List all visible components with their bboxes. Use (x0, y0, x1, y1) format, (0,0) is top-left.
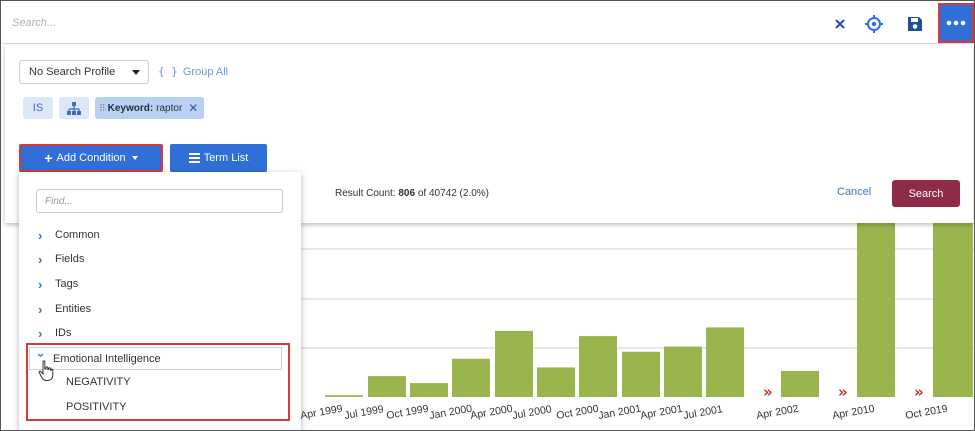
x-tick-label: Apr 2010 (831, 403, 875, 422)
result-count-label: Result Count: (335, 188, 396, 199)
add-condition-button[interactable]: + Add Condition (19, 144, 163, 172)
histogram-bar[interactable] (537, 367, 575, 397)
result-count: Result Count: 806 of 40742 (2.0%) (335, 188, 489, 199)
x-tick-label: Apr 2002 (755, 403, 799, 422)
braces-icon: { } (158, 65, 178, 78)
drag-handle-icon[interactable]: ⠿ (99, 103, 106, 114)
keyword-chip[interactable]: ⠿ Keyword: raptor ✕ (95, 97, 205, 119)
find-input[interactable] (36, 189, 283, 213)
cancel-button[interactable]: Cancel (837, 186, 871, 198)
chevron-right-icon: › (38, 251, 43, 267)
axis-break-marker: » (763, 383, 773, 401)
menu-item-label: Entities (55, 303, 92, 315)
axis-break-marker: » (914, 383, 924, 401)
search-profile-value: No Search Profile (29, 66, 116, 78)
x-tick-label: Apr 1999 (299, 403, 343, 422)
hand-cursor-icon (38, 360, 54, 381)
term-list-label: Term List (203, 152, 249, 164)
histogram-bar[interactable] (857, 223, 895, 397)
histogram-bar[interactable] (495, 330, 533, 397)
histogram-bar[interactable] (452, 358, 490, 397)
caret-down-icon (132, 70, 140, 75)
histogram-bar[interactable] (325, 395, 363, 397)
x-tick-label: Jul 1999 (343, 403, 384, 422)
chevron-right-icon: › (38, 325, 43, 341)
menu-item-label: Common (55, 229, 100, 241)
search-input[interactable] (12, 13, 612, 33)
operator-chip-is[interactable]: IS (23, 97, 53, 119)
menu-item-entities[interactable]: › Entities (38, 299, 278, 319)
condition-dropdown-menu: › Common › Fields › Tags › Entities › ID… (19, 172, 301, 430)
x-tick-label: Apr 2001 (639, 403, 683, 422)
result-count-value: 806 (398, 188, 416, 199)
chevron-right-icon: › (38, 276, 43, 292)
close-icon[interactable] (832, 12, 848, 36)
histogram-bar[interactable] (706, 327, 744, 397)
histogram-bar[interactable] (410, 383, 448, 397)
search-bar (2, 2, 973, 44)
axis-break-marker: » (838, 383, 848, 401)
app-frame: »»» Apr 1999 Jul 1999 Oct 1999 Jan 2000 Apr 2… (0, 0, 975, 431)
x-tick-label: Jul 2001 (682, 403, 723, 422)
x-tick-label: Jul 2000 (511, 403, 552, 422)
chevron-right-icon: › (38, 227, 43, 243)
histogram-bar[interactable] (781, 370, 819, 397)
operator-chip-label: IS (32, 102, 44, 114)
sitemap-icon (67, 101, 81, 115)
remove-chip-icon[interactable]: ✕ (188, 101, 198, 115)
term-list-button[interactable]: Term List (170, 144, 267, 172)
chevron-right-icon: › (38, 301, 43, 317)
search-profile-select[interactable]: No Search Profile (19, 60, 149, 84)
more-options-button[interactable] (938, 3, 974, 43)
histogram-bar[interactable] (933, 223, 973, 397)
histogram-bar[interactable] (664, 346, 702, 397)
menu-item-label: Fields (55, 253, 85, 265)
add-condition-label: Add Condition (56, 152, 126, 164)
result-count-total: of 40742 (2.0%) (417, 188, 490, 199)
menu-item-label: IDs (55, 327, 72, 339)
menu-item-label: Tags (55, 278, 79, 290)
group-all-label: Group All (182, 66, 229, 78)
x-tick-label: Oct 2000 (555, 403, 599, 422)
histogram-bar[interactable] (368, 376, 406, 397)
search-button[interactable]: Search (892, 180, 960, 207)
x-tick-label: Apr 2000 (469, 403, 513, 422)
more-horizontal-icon (946, 20, 966, 26)
highlight-box (26, 343, 290, 421)
keyword-chip-value: raptor (156, 102, 183, 114)
histogram-bar[interactable] (579, 336, 617, 397)
group-all-link[interactable]: { } Group All (158, 65, 228, 78)
list-icon (188, 151, 200, 165)
menu-item-common[interactable]: › Common (38, 225, 278, 245)
x-tick-label: Oct 2019 (904, 403, 948, 422)
save-icon[interactable] (904, 12, 926, 36)
x-tick-label: Jan 2001 (597, 403, 642, 422)
target-icon[interactable] (862, 12, 886, 36)
caret-down-icon (131, 156, 138, 160)
histogram-bar[interactable] (622, 351, 660, 397)
menu-item-tags[interactable]: › Tags (38, 274, 278, 294)
x-tick-label: Oct 1999 (385, 403, 429, 422)
keyword-chip-field: Keyword: (107, 102, 154, 114)
menu-item-fields[interactable]: › Fields (38, 249, 278, 269)
hierarchy-chip[interactable] (59, 97, 89, 119)
plus-icon: + (44, 150, 53, 166)
x-tick-label: Jan 2000 (428, 403, 473, 422)
menu-item-ids[interactable]: › IDs (38, 323, 278, 343)
